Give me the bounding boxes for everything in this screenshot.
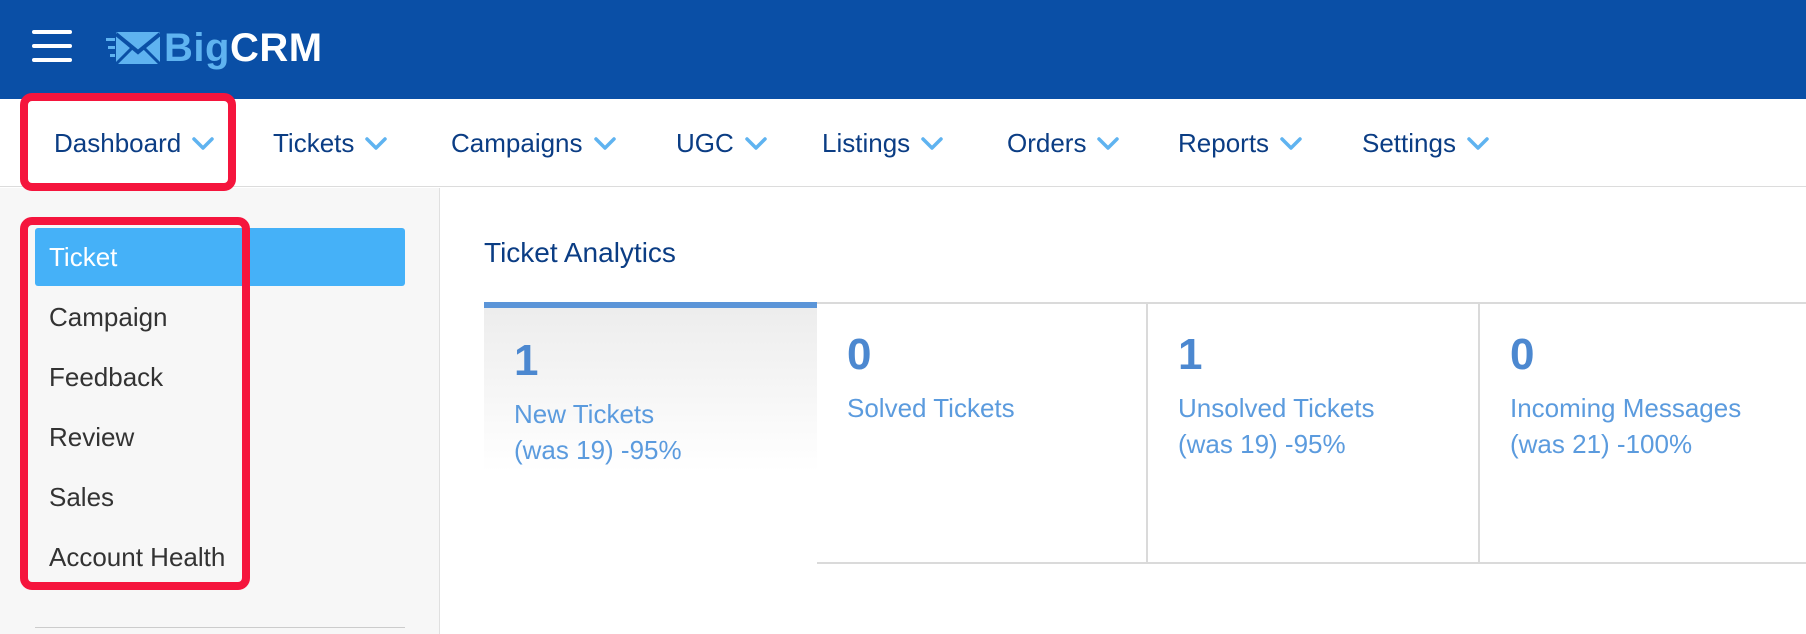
app-logo[interactable]: BigCRM [106, 22, 323, 74]
sidebar-divider [35, 627, 405, 628]
stat-label: New Tickets [514, 399, 655, 429]
sidebar-item-review[interactable]: Review [35, 408, 405, 466]
chevron-down-icon [1467, 137, 1489, 150]
nav-item-dashboard[interactable]: Dashboard [54, 99, 215, 187]
sidebar-item-label: Sales [49, 481, 115, 512]
nav-item-label: Reports [1178, 127, 1270, 158]
stat-card-solved-tickets[interactable]: 0 Solved Tickets [817, 302, 1148, 564]
nav-item-settings[interactable]: Settings [1362, 99, 1490, 187]
nav-item-campaigns[interactable]: Campaigns [451, 99, 617, 187]
hamburger-menu-icon[interactable] [32, 30, 72, 62]
chevron-down-icon [365, 137, 388, 150]
chevron-down-icon [1280, 137, 1302, 150]
sidebar-item-label: Feedback [49, 361, 164, 392]
stat-change: (was 19) -95% [1178, 429, 1346, 459]
nav-item-label: Campaigns [451, 127, 583, 158]
logo-text-big: Big [164, 26, 230, 70]
sidebar-item-label: Account Health [49, 541, 226, 572]
stat-value: 1 [1178, 330, 1203, 379]
stat-value: 0 [1510, 330, 1535, 379]
active-card-indicator [484, 302, 817, 308]
envelope-logo-icon [106, 32, 162, 66]
sidebar-item-label: Review [49, 421, 135, 452]
nav-item-reports[interactable]: Reports [1178, 99, 1303, 187]
nav-item-orders[interactable]: Orders [1007, 99, 1120, 187]
chevron-down-icon [1097, 137, 1120, 150]
stat-change: (was 19) -95% [514, 435, 682, 465]
nav-item-ugc[interactable]: UGC [676, 99, 768, 187]
sidebar-item-account-health[interactable]: Account Health [35, 528, 405, 586]
chevron-down-icon [921, 137, 943, 150]
chevron-down-icon [745, 137, 767, 150]
logo-text-crm: CRM [229, 26, 323, 70]
stat-label: Solved Tickets [847, 393, 1015, 423]
stat-value: 1 [514, 336, 539, 385]
stat-change: (was 21) -100% [1510, 429, 1693, 459]
sidebar-item-ticket[interactable]: Ticket [35, 228, 405, 286]
sidebar-item-feedback[interactable]: Feedback [35, 348, 405, 406]
sidebar-item-label: Ticket [49, 241, 118, 272]
nav-item-label: Settings [1362, 127, 1456, 158]
chevron-down-icon [192, 137, 214, 150]
analytics-cards: 1 New Tickets (was 19) -95% 0 Solved Tic… [484, 302, 1806, 634]
nav-item-label: Orders [1007, 127, 1087, 158]
main-content: Ticket Analytics 1 New Tickets (was 19) … [441, 188, 1806, 634]
chevron-down-icon [593, 137, 616, 150]
stat-card-new-tickets[interactable]: 1 New Tickets (was 19) -95% [484, 302, 817, 634]
sidebar-item-sales[interactable]: Sales [35, 468, 405, 526]
page-title: Ticket Analytics [484, 237, 676, 268]
stat-card-unsolved-tickets[interactable]: 1 Unsolved Tickets (was 19) -95% [1148, 302, 1480, 564]
stat-label: Incoming Messages [1510, 393, 1742, 423]
top-header: BigCRM [0, 0, 1806, 99]
nav-item-tickets[interactable]: Tickets [273, 99, 388, 187]
nav-item-label: UGC [676, 127, 734, 158]
sidebar-item-campaign[interactable]: Campaign [35, 288, 405, 346]
stat-card-incoming-messages[interactable]: 0 Incoming Messages (was 21) -100% [1480, 302, 1806, 564]
sidebar-item-label: Campaign [49, 301, 168, 332]
nav-item-label: Tickets [273, 127, 355, 158]
stat-value: 0 [847, 330, 872, 379]
sidebar: Ticket Campaign Feedback Review Sales Ac… [0, 188, 440, 634]
stat-label: Unsolved Tickets [1178, 393, 1375, 423]
main-nav: Dashboard Tickets Campaigns UGC Listings… [0, 99, 1806, 187]
nav-item-label: Dashboard [54, 127, 182, 158]
nav-item-listings[interactable]: Listings [822, 99, 944, 187]
nav-item-label: Listings [822, 127, 911, 158]
